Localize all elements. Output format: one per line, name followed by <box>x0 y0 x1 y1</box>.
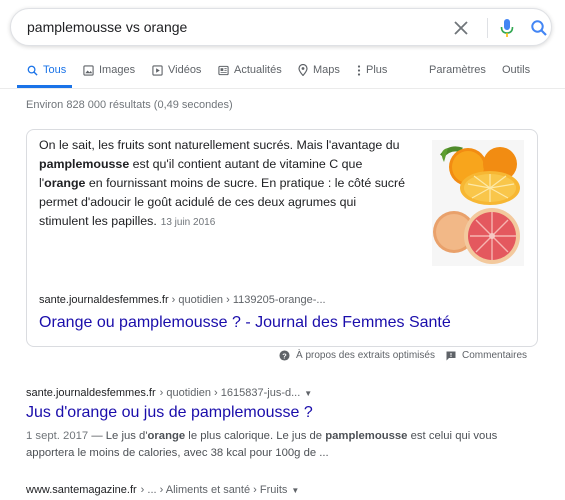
search-bar-divider <box>487 18 488 38</box>
tab-label: Images <box>99 64 136 76</box>
text-fragment: en fournissant moins de sucre. En pratiq… <box>39 176 406 228</box>
more-vert-icon <box>357 64 361 76</box>
tab-all[interactable]: Tous <box>27 64 66 76</box>
settings-label: Paramètres <box>429 64 486 76</box>
comments-link[interactable]: Commentaires <box>446 350 527 361</box>
tab-news[interactable]: Actualités <box>218 64 282 76</box>
highlighted-keyword: orange <box>147 430 186 442</box>
highlighted-keyword: pamplemousse <box>39 157 130 171</box>
comments-label: Commentaires <box>462 350 528 361</box>
news-icon <box>218 65 229 75</box>
tab-more[interactable]: Plus <box>357 64 387 76</box>
tools-label: Outils <box>502 64 531 76</box>
tab-label: Tous <box>43 64 67 76</box>
cite-domain: sante.journaldesfemmes.fr <box>39 294 169 306</box>
clear-icon[interactable] <box>451 18 471 38</box>
svg-text:?: ? <box>282 351 287 360</box>
about-snippets-label: À propos des extraits optimisés <box>296 350 435 361</box>
snippet-date: 13 juin 2016 <box>160 217 216 228</box>
tools-link[interactable]: Outils <box>502 64 530 76</box>
result-title-link[interactable]: Jus d'orange ou jus de pamplemousse ? <box>26 404 313 422</box>
chevron-down-icon[interactable]: ▼ <box>291 486 299 495</box>
search-input[interactable]: pamplemousse vs orange <box>27 19 187 35</box>
tab-videos[interactable]: Vidéos <box>152 64 201 76</box>
snippet-cite: sante.journaldesfemmes.fr › quotidien › … <box>39 294 326 306</box>
snippet-text: On le sait, les fruits sont naturellemen… <box>39 136 409 232</box>
tab-images[interactable]: Images <box>83 64 135 76</box>
chevron-down-icon[interactable]: ▼ <box>304 389 312 398</box>
help-icon: ? <box>279 350 290 361</box>
search-bar: pamplemousse vs orange <box>10 8 552 46</box>
cite-domain: www.santemagazine.fr <box>26 484 137 496</box>
cite-path: › ... › Aliments et santé › Fruits <box>140 484 288 496</box>
video-icon <box>152 64 163 76</box>
highlighted-keyword: orange <box>44 176 86 190</box>
search-tabs: Tous Images Vidéos Actualités Maps Plus … <box>0 60 565 88</box>
cite-path: › quotidien › 1139205-orange-... <box>168 294 326 306</box>
image-icon <box>83 64 94 76</box>
tab-label: Vidéos <box>168 64 202 76</box>
text-fragment: On le sait, les fruits sont naturellemen… <box>39 138 400 152</box>
result-date: 1 sept. 2017 <box>26 430 89 442</box>
highlighted-keyword: pamplemousse <box>325 430 408 442</box>
tab-maps[interactable]: Maps <box>298 64 340 76</box>
snippet-title-link[interactable]: Orange ou pamplemousse ? - Journal des F… <box>39 314 451 332</box>
result-snippet: 1 sept. 2017 — Le jus d'orange le plus c… <box>26 428 506 462</box>
text-fragment: le plus calorique. Le jus de <box>185 430 326 442</box>
tab-label: Actualités <box>234 64 282 76</box>
search-icon[interactable] <box>529 18 549 38</box>
text-fragment: — Le jus d' <box>88 430 148 442</box>
map-pin-icon <box>298 64 308 76</box>
search-icon <box>27 65 38 76</box>
result-cite: www.santemagazine.fr › ... › Aliments et… <box>26 484 299 496</box>
result-cite: sante.journaldesfemmes.fr › quotidien › … <box>26 387 312 399</box>
tab-label: Plus <box>366 64 388 76</box>
microphone-icon[interactable] <box>497 18 517 38</box>
about-snippets-link[interactable]: ? À propos des extraits optimisés <box>279 350 435 361</box>
result-stats: Environ 828 000 résultats (0,49 secondes… <box>26 99 233 111</box>
tabs-divider <box>0 88 565 89</box>
fruit-image[interactable] <box>432 140 524 266</box>
cite-domain: sante.journaldesfemmes.fr <box>26 387 156 399</box>
tab-label: Maps <box>313 64 340 76</box>
featured-snippet: On le sait, les fruits sont naturellemen… <box>26 129 538 347</box>
cite-path: › quotidien › 1615837-jus-d... <box>159 387 301 399</box>
settings-link[interactable]: Paramètres <box>429 64 486 76</box>
feedback-icon <box>446 351 456 360</box>
